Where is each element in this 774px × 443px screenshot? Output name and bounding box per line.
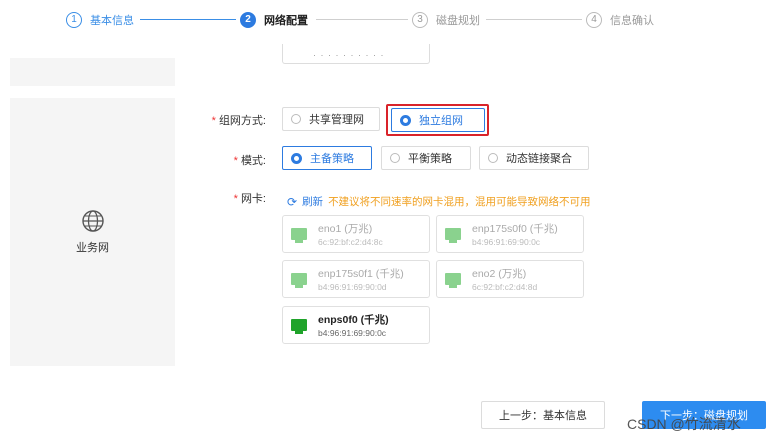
refresh-icon[interactable]: ⟳ [287, 195, 297, 209]
radio-active-backup[interactable]: 主备策略 [282, 146, 372, 170]
radio-icon [291, 114, 301, 124]
nic-name: enp175s0f1 (千兆) [318, 268, 404, 280]
globe-icon [81, 210, 104, 232]
business-network-panel: 业务网 [10, 98, 175, 366]
refresh-link[interactable]: 刷新 [302, 194, 323, 209]
previous-section-panel [10, 58, 175, 86]
nic-name: enp175s0f0 (千兆) [472, 223, 558, 235]
nic-card-enp175s0f0[interactable]: enp175s0f0 (千兆) b4:96:91:69:90:0c [436, 215, 584, 253]
nic-mac: 6c:92:bf:c2:d4:8c [318, 237, 383, 247]
mode-label: * 模式: [233, 155, 266, 167]
highlight-box [386, 104, 489, 136]
radio-icon [488, 153, 498, 163]
radio-lacp[interactable]: 动态链接聚合 [479, 146, 589, 170]
radio-checked-icon [291, 152, 302, 164]
ethernet-port-icon [291, 319, 307, 334]
ethernet-port-icon [291, 273, 307, 288]
nic-mac: b4:96:91:69:90:0d [318, 282, 387, 292]
step-network-config[interactable]: 2 网络配置 [240, 10, 308, 30]
network-config-page: 1 基本信息 2 网络配置 3 磁盘规划 4 信息确认 业务网 · · · · … [0, 0, 774, 443]
nic-refresh-row: ⟳ 刷新 不建议将不同速率的网卡混用，混用可能导致网络不可用 [287, 194, 591, 209]
nic-card-eno1[interactable]: eno1 (万兆) 6c:92:bf:c2:d4:8c [282, 215, 430, 253]
previous-field-value: · · · · · · · · · · [313, 50, 385, 60]
previous-field-box: · · · · · · · · · · [282, 44, 430, 64]
radio-icon [390, 153, 400, 163]
step-disk-plan: 3 磁盘规划 [412, 10, 480, 30]
nic-mac: 6c:92:bf:c2:d4:8d [472, 282, 538, 292]
ethernet-port-icon [445, 273, 461, 288]
radio-shared-mgmt-network[interactable]: 共享管理网 [282, 107, 380, 131]
step-number: 3 [412, 12, 428, 28]
step-number: 2 [240, 12, 256, 28]
required-mark: * [233, 193, 238, 205]
ethernet-port-icon [445, 228, 461, 243]
required-mark: * [233, 155, 238, 167]
step-connector [140, 19, 236, 20]
nic-name: eno1 (万兆) [318, 223, 373, 235]
step-connector [316, 19, 408, 20]
nic-card-enp175s0f1[interactable]: enp175s0f1 (千兆) b4:96:91:69:90:0d [282, 260, 430, 298]
section-title: 业务网 [76, 242, 109, 254]
step-number: 1 [66, 12, 82, 28]
step-basic-info[interactable]: 1 基本信息 [66, 10, 134, 30]
radio-balance[interactable]: 平衡策略 [381, 146, 471, 170]
step-label: 网络配置 [264, 15, 308, 27]
step-number: 4 [586, 12, 602, 28]
step-label: 基本信息 [90, 15, 134, 27]
nic-mac: b4:96:91:69:90:0c [472, 237, 541, 247]
step-label: 磁盘规划 [436, 15, 480, 27]
nic-warning-text: 不建议将不同速率的网卡混用，混用可能导致网络不可用 [328, 196, 591, 208]
nic-label: * 网卡: [233, 193, 266, 205]
nic-name: eno2 (万兆) [472, 268, 527, 280]
step-connector [486, 19, 582, 20]
progress-stepper: 1 基本信息 2 网络配置 3 磁盘规划 4 信息确认 [66, 10, 666, 30]
nic-card-eno2[interactable]: eno2 (万兆) 6c:92:bf:c2:d4:8d [436, 260, 584, 298]
required-mark: * [211, 115, 216, 127]
ethernet-port-icon [291, 228, 307, 243]
nic-mac: b4:96:91:69:90:0c [318, 328, 387, 338]
networking-label: * 组网方式: [211, 115, 266, 127]
step-confirm: 4 信息确认 [586, 10, 654, 30]
step-label: 信息确认 [610, 15, 654, 27]
prev-step-button[interactable]: 上一步：基本信息 [481, 401, 605, 429]
watermark-text: CSDN @竹流清水 [627, 416, 741, 432]
nic-name: enps0f0 (千兆) [318, 314, 389, 326]
nic-card-enps0f0[interactable]: enps0f0 (千兆) b4:96:91:69:90:0c [282, 306, 430, 344]
